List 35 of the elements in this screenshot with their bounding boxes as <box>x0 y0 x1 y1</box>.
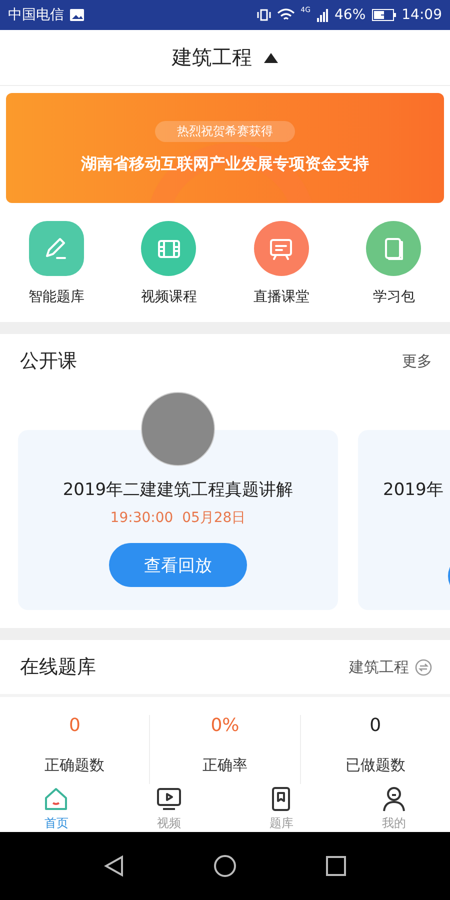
shortcut-label[interactable]: 学习包 <box>372 288 415 306</box>
wifi-icon <box>276 8 295 22</box>
subject-selector[interactable]: 建筑工程 <box>349 658 432 676</box>
course-card[interactable]: 2019年二建建筑工程真题讲解 19:30:00 05月28日 查看回放 <box>18 430 338 610</box>
image-icon <box>70 9 84 21</box>
page-title[interactable]: 建筑工程 <box>172 44 252 71</box>
section-title: 公开课 <box>20 349 77 374</box>
stat-label: 正确题数 <box>44 756 105 775</box>
switch-icon <box>415 658 432 676</box>
course-title: 2019年二建建筑工程真题讲解 <box>62 479 294 501</box>
shortcut-label[interactable]: 直播课堂 <box>253 288 310 306</box>
stat-label: 正确率 <box>202 756 248 775</box>
carrier-name: 中国电信 <box>8 6 64 24</box>
home-circle-icon[interactable] <box>212 854 237 878</box>
shortcut-label[interactable]: 智能题库 <box>28 288 84 306</box>
course-title: 2019年 <box>383 479 444 501</box>
battery-charging-icon <box>372 9 396 21</box>
stat-value: 0% <box>210 715 240 736</box>
banner-headline: 湖南省移动互联网产业发展专项资金支持 <box>81 154 369 175</box>
course-card[interactable]: 2019年 <box>358 430 450 610</box>
shortcut-label[interactable]: 视频课程 <box>140 288 197 306</box>
signal-icon <box>316 8 329 22</box>
recent-apps-icon[interactable] <box>326 856 346 876</box>
stat-value: 0 <box>68 715 80 736</box>
course-time: 19:30:00 05月28日 <box>110 509 246 527</box>
clock-time: 14:09 <box>402 7 442 23</box>
section-title: 在线题库 <box>20 655 96 680</box>
back-icon[interactable] <box>104 855 124 877</box>
caret-icon[interactable] <box>264 52 278 62</box>
stat-value: 0 <box>370 715 382 736</box>
stat-label: 已做题数 <box>345 756 406 775</box>
banner-tag: 热烈祝贺希赛获得 <box>155 121 295 142</box>
battery-percent: 46% <box>334 7 366 23</box>
vibrate-icon <box>256 8 271 22</box>
more-link[interactable]: 更多 <box>402 352 432 370</box>
